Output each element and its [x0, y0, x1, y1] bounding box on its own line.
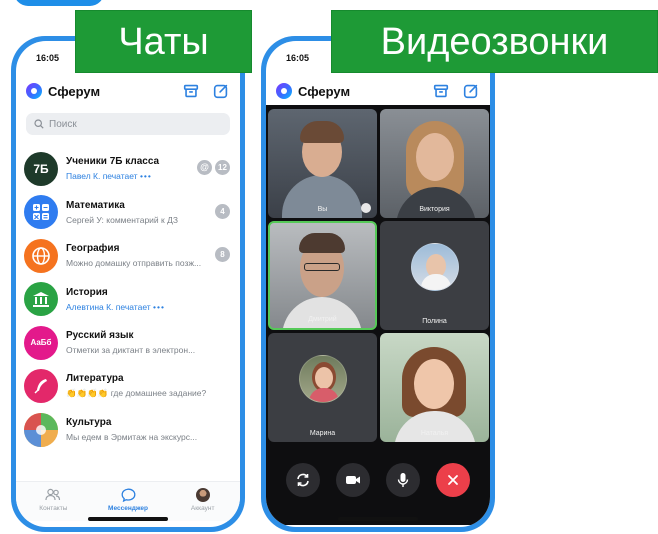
phone-video-call: 16:05 Сферум Вы Виктория Дмитрий Полина … [261, 36, 495, 532]
phone-chats: 16:05 Сферум Поиск 7Б Ученики 7Б класса … [11, 36, 245, 532]
participant-tile[interactable]: Полина [380, 221, 489, 330]
end-call-icon [448, 475, 458, 485]
app-name: Сферум [48, 83, 101, 99]
search-icon [34, 119, 44, 129]
culture-collage-icon [24, 412, 58, 447]
sferum-logo-icon [276, 83, 292, 99]
unread-badge: 12 [215, 160, 230, 175]
microphone-icon [397, 473, 409, 487]
tab-account[interactable]: Аккаунт [165, 482, 240, 521]
calculator-icon [24, 195, 58, 230]
typing-dots-icon: ••• [153, 301, 165, 312]
status-time: 16:05 [36, 53, 60, 63]
museum-icon [24, 282, 58, 317]
tab-bar: Контакты Мессенджер Аккаунт [16, 481, 240, 521]
microphone-button[interactable] [386, 463, 420, 497]
compose-icon[interactable] [212, 82, 230, 100]
person-figure [282, 297, 362, 328]
caption-chats: Чаты [75, 10, 252, 73]
chat-title: Ученики 7Б класса [66, 156, 160, 168]
unread-badge: 4 [215, 203, 230, 219]
avatar-text: 7Б [33, 161, 49, 176]
compose-icon[interactable] [462, 82, 480, 100]
participant-tile[interactable]: Вы [268, 109, 377, 218]
status-time: 16:05 [286, 53, 310, 63]
unread-badge: 8 [215, 247, 230, 262]
chat-item[interactable]: Литература 👏👏👏👏 где домашнее задание? [16, 365, 240, 409]
chat-title: Русский язык [66, 330, 134, 342]
chat-subtitle: Павел К. печатает ••• [66, 171, 152, 182]
contacts-icon [45, 488, 61, 501]
end-call-button[interactable] [436, 463, 470, 497]
archive-icon[interactable] [432, 82, 450, 100]
chats-screen: 16:05 Сферум Поиск 7Б Ученики 7Б класса … [16, 41, 240, 527]
app-header: Сферум [16, 79, 240, 103]
chat-item[interactable]: История Алевтина К. печатает ••• [16, 278, 240, 322]
russian-avatar: АаБб [24, 325, 58, 360]
participant-name: Марина [309, 430, 336, 437]
participant-name: Виктория [419, 206, 450, 213]
chat-title: История [66, 286, 108, 298]
globe-icon [24, 238, 58, 273]
participant-tile[interactable]: Наталья [380, 333, 489, 442]
chat-title: Культура [66, 417, 112, 429]
account-avatar [195, 488, 210, 502]
sferum-logo-icon [26, 83, 42, 99]
chat-list: 7Б Ученики 7Б класса Павел К. печатает •… [16, 147, 240, 452]
participant-name: Наталья [420, 430, 449, 437]
avatar-text: АаБб [30, 338, 52, 348]
quill-icon [24, 369, 58, 404]
mention-badge: @ [197, 160, 212, 175]
chat-item[interactable]: 7Б Ученики 7Б класса Павел К. печатает •… [16, 147, 240, 191]
chat-item[interactable]: География Можно домашку отправить позж..… [16, 234, 240, 278]
messenger-icon [121, 488, 135, 502]
chat-subtitle: Сергей У: комментарий к ДЗ [66, 214, 179, 225]
chat-item[interactable]: АаБб Русский язык Отметки за диктант в э… [16, 321, 240, 365]
tab-label: Мессенджер [108, 505, 148, 512]
chat-subtitle: 👏👏👏👏 где домашнее задание? [66, 388, 207, 399]
chat-subtitle: Можно домашку отправить позж... [66, 258, 202, 269]
caption-video-calls: Видеозвонки [331, 10, 658, 73]
typing-dots-icon: ••• [139, 171, 152, 182]
chat-subtitle: Отметки за диктант в электрон... [66, 345, 196, 356]
top-decoration [14, 0, 104, 6]
home-indicator [338, 517, 418, 521]
chat-title: Математика [66, 199, 125, 211]
participant-tile-speaking[interactable]: Дмитрий [268, 221, 377, 330]
chat-item[interactable]: Математика Сергей У: комментарий к ДЗ 4 [16, 191, 240, 235]
home-indicator [88, 517, 168, 521]
chat-title: География [66, 243, 120, 255]
participant-tile[interactable]: Марина [268, 333, 377, 442]
tab-contacts[interactable]: Контакты [16, 482, 91, 521]
chat-title: Литература [66, 373, 124, 385]
rotate-camera-icon [297, 473, 309, 487]
rotate-camera-button[interactable] [286, 463, 320, 497]
archive-icon[interactable] [182, 82, 200, 100]
group-avatar: 7Б [24, 151, 58, 186]
chat-item[interactable]: Культура Мы едем в Эрмитаж на экскурс... [16, 408, 240, 452]
video-toggle-button[interactable] [336, 463, 370, 497]
video-call-screen: 16:05 Сферум Вы Виктория Дмитрий Полина … [266, 41, 490, 527]
app-header: Сферум [266, 79, 490, 103]
video-camera-icon [346, 476, 360, 484]
participant-name: Полина [422, 318, 447, 325]
chat-subtitle: Мы едем в Эрмитаж на экскурс... [66, 432, 198, 443]
participant-avatar [298, 355, 347, 403]
tab-messenger[interactable]: Мессенджер [91, 482, 166, 521]
search-placeholder: Поиск [49, 118, 77, 130]
participant-avatar [410, 243, 459, 291]
tab-label: Контакты [39, 505, 68, 512]
participant-name: Дмитрий [308, 316, 337, 323]
chat-subtitle: Алевтина К. печатает ••• [66, 301, 165, 312]
tab-label: Аккаунт [190, 505, 215, 512]
video-grid: Вы Виктория Дмитрий Полина Марина Наталь… [266, 105, 490, 525]
glasses-icon [304, 263, 340, 271]
search-input[interactable]: Поиск [26, 113, 230, 135]
participant-tile[interactable]: Виктория [380, 109, 489, 218]
person-figure [394, 411, 476, 442]
self-indicator-icon [361, 203, 371, 213]
app-name: Сферум [298, 83, 351, 99]
